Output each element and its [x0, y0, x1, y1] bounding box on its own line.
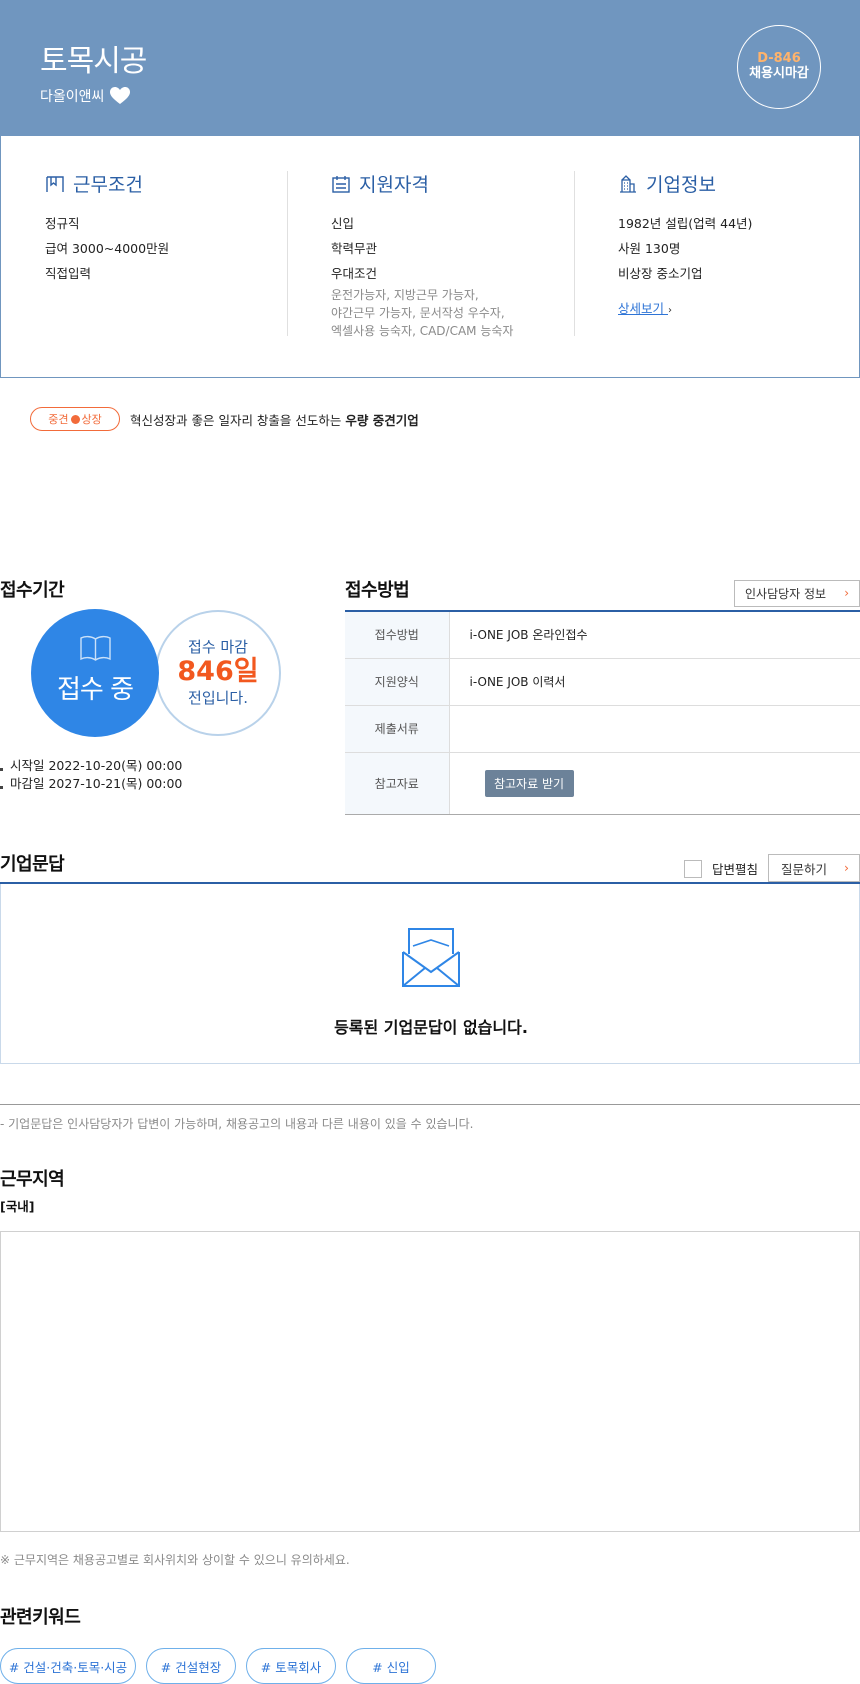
company-detail-link-label: 상세보기	[618, 301, 665, 316]
bookmark-icon	[46, 175, 64, 192]
keywords-title: 관련키워드	[0, 1607, 81, 1628]
condition-item: 급여 3000~4000만원	[45, 241, 170, 256]
region-tag: [국내]	[0, 1199, 35, 1214]
company-info: 기업정보 1982년 설립(업력 44년) 사원 130명 비상장 중소기업 상…	[618, 170, 860, 317]
heart-icon[interactable]	[110, 87, 131, 105]
expand-answers-toggle[interactable]: 답변펼침	[684, 859, 758, 878]
envelope-icon	[402, 928, 460, 987]
chevron-right-icon: ›	[668, 305, 672, 316]
hr-info-button-label: 인사담당자 정보	[745, 587, 827, 601]
chevron-right-icon: ›	[844, 586, 849, 600]
table-row: 참고자료 참고자료 받기	[345, 752, 860, 815]
company-name-row: 다올이앤씨	[40, 86, 131, 106]
dday-badge: D-846 채용시마감	[737, 25, 821, 109]
keyword-list: # 건설·건축·토목·시공 # 건설현장 # 토목회사 # 신입	[0, 1648, 436, 1684]
qa-title: 기업문답	[0, 854, 65, 875]
badge-right-label: 상장	[81, 413, 102, 426]
badge-text-bold: 우량 중견기업	[345, 412, 419, 428]
method-title: 접수방법	[345, 580, 410, 601]
table-key: 참고자료	[345, 752, 450, 815]
qualifications-heading: 지원자격	[331, 170, 601, 197]
qualification-item: 우대조건	[331, 266, 378, 281]
days-remaining: 846일	[177, 656, 259, 687]
keyword-tag[interactable]: # 건설·건축·토목·시공	[0, 1648, 136, 1684]
company-info-item: 비상장 중소기업	[618, 266, 703, 281]
ask-question-button[interactable]: 질문하기 ›	[768, 854, 860, 882]
work-conditions-title: 근무조건	[73, 174, 143, 196]
company-detail-link[interactable]: 상세보기 ›	[618, 298, 672, 317]
company-info-heading: 기업정보	[618, 170, 860, 197]
badge-description: 혁신성장과 좋은 일자리 창출을 선도하는 우량 중견기업	[130, 410, 419, 429]
table-value: 참고자료 받기	[449, 752, 860, 815]
period-title: 접수기간	[0, 580, 65, 601]
qa-note: - 기업문답은 인사담당자가 답변이 가능하며, 채용공고의 내용과 다른 내용…	[0, 1117, 474, 1131]
qa-note-divider	[0, 1104, 860, 1105]
expand-answers-label: 답변펼침	[712, 862, 759, 877]
company-info-title: 기업정보	[646, 174, 716, 196]
expand-answers-checkbox[interactable]	[684, 859, 702, 878]
building-icon	[620, 174, 636, 193]
chevron-right-icon: ›	[844, 860, 849, 875]
start-date: 시작일 2022-10-20(목) 00:00	[0, 757, 182, 775]
work-conditions: 근무조건 정규직 급여 3000~4000만원 직접입력	[45, 170, 315, 286]
company-name[interactable]: 다올이앤씨	[40, 86, 104, 106]
application-status: 접수 중	[56, 675, 134, 705]
condition-item: 직접입력	[45, 266, 92, 281]
deadline-circle: 접수 마감 846일 전입니다.	[155, 610, 281, 736]
divider	[287, 171, 288, 336]
ask-question-button-label: 질문하기	[781, 861, 828, 877]
condition-item: 정규직	[45, 216, 80, 231]
badge-left-label: 중견	[48, 413, 69, 426]
table-key: 제출서류	[345, 705, 450, 753]
job-title: 토목시공	[40, 44, 147, 79]
preferred-item: 야간근무 가능자, 문서작성 우수자,	[331, 306, 505, 320]
company-badge-row: 중견 상장 혁신성장과 좋은 일자리 창출을 선도하는 우량 중견기업	[30, 407, 419, 431]
divider	[574, 171, 575, 336]
company-info-item: 사원 130명	[618, 241, 681, 256]
location-map[interactable]	[0, 1231, 860, 1532]
download-reference-button[interactable]: 참고자료 받기	[484, 769, 574, 797]
table-row: 지원양식 i-ONE JOB 이력서	[345, 658, 860, 706]
table-value	[449, 705, 860, 753]
location-title: 근무지역	[0, 1169, 65, 1190]
keyword-tag[interactable]: # 건설현장	[146, 1648, 236, 1684]
qualifications: 지원자격 신입 학력무관 우대조건 운전가능자, 지방근무 가능자, 야간근무 …	[331, 170, 601, 340]
work-conditions-heading: 근무조건	[45, 170, 315, 197]
location-note: ※ 근무지역은 채용공고별로 회사위치와 상이할 수 있으니 유의하세요.	[0, 1553, 350, 1567]
preferred-item: 엑셀사용 능숙자, CAD/CAM 능숙자	[331, 324, 514, 338]
company-type-badge: 중견 상장	[30, 407, 120, 431]
dot-icon	[70, 414, 80, 424]
period-dates: 시작일 2022-10-20(목) 00:00 마감일 2027-10-21(목…	[0, 757, 182, 793]
table-key: 지원양식	[345, 658, 450, 706]
qa-empty-state: 등록된 기업문답이 없습니다.	[0, 884, 860, 1064]
hr-info-button[interactable]: 인사담당자 정보 ›	[734, 580, 860, 607]
table-key: 접수방법	[345, 611, 450, 659]
keyword-tag[interactable]: # 토목회사	[246, 1648, 336, 1684]
keyword-tag[interactable]: # 신입	[346, 1648, 436, 1684]
table-row: 제출서류	[345, 705, 860, 753]
dday-count: D-846	[757, 51, 801, 66]
company-info-item: 1982년 설립(업력 44년)	[618, 216, 753, 231]
job-header: 토목시공 다올이앤씨 D-846 채용시마감	[0, 0, 860, 137]
table-value: i-ONE JOB 온라인접수	[449, 611, 860, 659]
qualifications-title: 지원자격	[359, 174, 429, 196]
status-circle: 접수 중	[31, 609, 159, 737]
deadline-top-label: 접수 마감	[188, 638, 248, 656]
qa-empty-text: 등록된 기업문답이 없습니다.	[334, 1018, 528, 1037]
book-icon	[80, 635, 111, 661]
end-date: 마감일 2027-10-21(목) 00:00	[0, 775, 182, 793]
qualification-item: 학력무관	[331, 241, 378, 256]
badge-text-prefix: 혁신성장과 좋은 일자리 창출을 선도하는	[130, 412, 346, 428]
table-value: i-ONE JOB 이력서	[449, 658, 860, 706]
table-row: 접수방법 i-ONE JOB 온라인접수	[345, 611, 860, 659]
calendar-icon	[332, 175, 350, 193]
preferred-item: 운전가능자, 지방근무 가능자,	[331, 288, 479, 302]
summary-panel: 근무조건 정규직 급여 3000~4000만원 직접입력 지원자격 신입 학력무…	[0, 136, 860, 378]
qualification-item: 신입	[331, 216, 355, 231]
deadline-bottom-label: 전입니다.	[188, 689, 248, 707]
application-method-table: 접수방법 i-ONE JOB 온라인접수 지원양식 i-ONE JOB 이력서 …	[345, 610, 860, 815]
deadline-label: 채용시마감	[749, 66, 809, 81]
